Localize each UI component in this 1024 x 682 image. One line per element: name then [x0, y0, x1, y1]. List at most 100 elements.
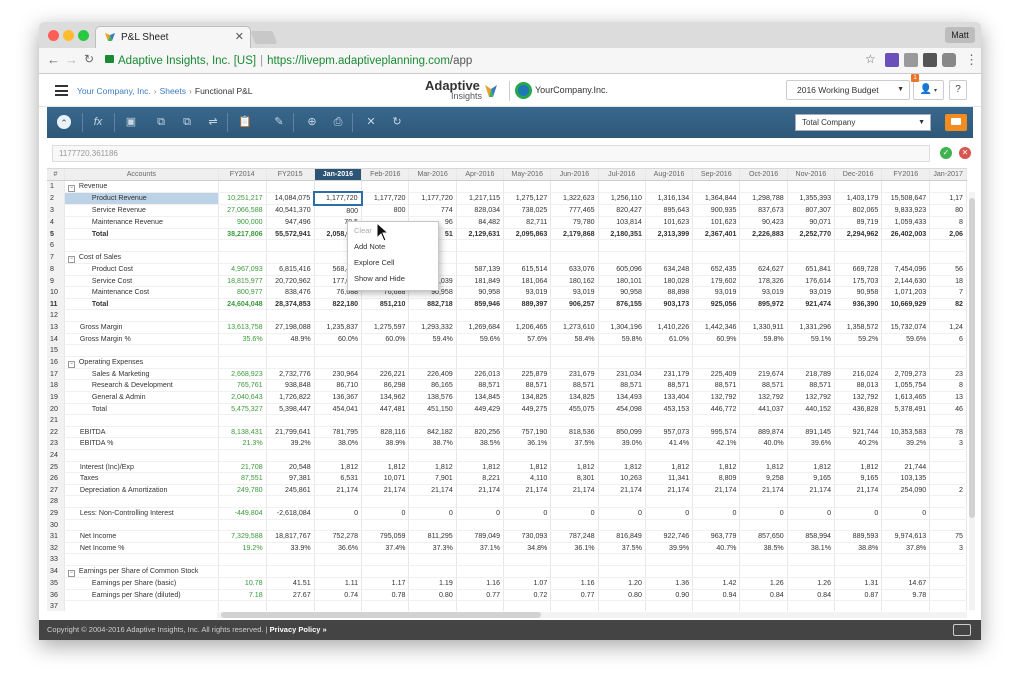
account-cell[interactable]: Gross Margin % [64, 333, 219, 346]
value-cell[interactable]: 1.07 [503, 577, 552, 590]
value-cell[interactable]: 39.2% [881, 437, 931, 450]
row-number[interactable]: 11 [47, 298, 65, 311]
value-cell[interactable]: 90,071 [787, 216, 836, 229]
value-cell[interactable] [408, 553, 457, 566]
value-cell[interactable] [314, 356, 363, 369]
row-number[interactable]: 17 [47, 368, 65, 381]
value-cell[interactable] [929, 344, 967, 357]
column-header[interactable]: Jul-2016 [598, 169, 646, 181]
value-cell[interactable] [266, 344, 315, 357]
value-cell[interactable]: 8 [929, 379, 967, 392]
account-cell[interactable]: Gross Margin [64, 321, 219, 334]
value-cell[interactable] [929, 309, 967, 323]
minimize-window-button[interactable] [63, 30, 74, 41]
value-cell[interactable]: 40.7% [692, 542, 741, 555]
value-cell[interactable] [503, 495, 552, 508]
value-cell[interactable] [314, 309, 363, 323]
column-header[interactable]: # [47, 169, 65, 181]
value-cell[interactable] [598, 414, 646, 427]
value-cell[interactable]: 39.0% [598, 437, 646, 450]
value-cell[interactable] [503, 309, 552, 323]
value-cell[interactable]: 1.16 [550, 577, 599, 590]
value-cell[interactable] [266, 239, 315, 253]
value-cell[interactable]: 88,898 [645, 286, 694, 299]
value-cell[interactable]: 8 [929, 216, 967, 229]
value-cell[interactable]: 60.0% [361, 333, 410, 346]
value-cell[interactable]: 1,316,134 [645, 192, 694, 206]
value-cell[interactable] [503, 239, 552, 253]
value-cell[interactable]: 441,037 [739, 403, 788, 416]
zoom-window-button[interactable] [78, 30, 89, 41]
value-cell[interactable] [456, 251, 505, 265]
value-cell[interactable]: 1,726,822 [266, 391, 315, 404]
value-cell[interactable]: 446,772 [692, 403, 741, 416]
value-cell[interactable] [834, 565, 883, 578]
column-header[interactable]: FY2015 [266, 169, 315, 181]
account-cell[interactable] [64, 600, 219, 611]
level-select[interactable]: Total Company ▼ [795, 114, 931, 131]
value-cell[interactable]: 132,792 [834, 391, 883, 404]
value-cell[interactable] [929, 239, 967, 253]
value-cell[interactable] [550, 495, 599, 508]
value-cell[interactable]: 1,275,597 [361, 321, 410, 334]
value-cell[interactable]: 0 [408, 507, 457, 520]
value-cell[interactable] [218, 344, 267, 357]
value-cell[interactable] [739, 449, 788, 462]
value-cell[interactable]: 37.8% [881, 542, 931, 555]
value-cell[interactable] [787, 356, 836, 369]
value-cell[interactable]: 0 [692, 507, 741, 520]
value-cell[interactable]: 0.72 [503, 589, 552, 602]
value-cell[interactable]: 0.84 [787, 589, 836, 602]
row-number[interactable]: 1 [47, 180, 65, 193]
value-cell[interactable]: 1,330,911 [739, 321, 788, 334]
value-cell[interactable] [598, 519, 646, 532]
value-cell[interactable] [550, 356, 599, 369]
value-cell[interactable]: 800,977 [218, 286, 267, 299]
value-cell[interactable]: 101,623 [692, 216, 741, 229]
value-cell[interactable]: 84,482 [456, 216, 505, 229]
column-header[interactable]: Jan-2016 [314, 169, 363, 181]
value-cell[interactable]: 1,24 [929, 321, 967, 334]
value-cell[interactable]: 7,329,588 [218, 530, 267, 543]
value-cell[interactable]: 936,390 [834, 298, 883, 311]
value-cell[interactable]: 605,096 [598, 263, 646, 276]
value-cell[interactable] [929, 180, 967, 193]
value-cell[interactable]: 0 [503, 507, 552, 520]
value-cell[interactable] [645, 553, 694, 566]
value-cell[interactable]: 765,761 [218, 379, 267, 392]
value-cell[interactable]: 28,374,853 [266, 298, 315, 311]
value-cell[interactable]: 41.4% [645, 437, 694, 450]
value-cell[interactable]: 652,435 [692, 263, 741, 276]
value-cell[interactable]: 40,541,370 [266, 204, 315, 218]
value-cell[interactable]: 21,744 [881, 461, 931, 474]
value-cell[interactable]: 925,056 [692, 298, 741, 311]
value-cell[interactable]: 1.16 [456, 577, 505, 590]
row-number[interactable]: 33 [47, 553, 65, 566]
value-cell[interactable] [739, 565, 788, 578]
value-cell[interactable]: 2,709,273 [881, 368, 931, 381]
value-cell[interactable]: 134,493 [598, 391, 646, 404]
value-cell[interactable]: 36.1% [503, 437, 552, 450]
value-cell[interactable] [645, 414, 694, 427]
value-cell[interactable]: 882,718 [408, 298, 457, 311]
value-cell[interactable]: 59.2% [834, 333, 883, 346]
value-cell[interactable]: 1,055,754 [881, 379, 931, 392]
row-number[interactable]: 34 [47, 565, 65, 578]
value-cell[interactable] [361, 449, 410, 462]
browser-user-button[interactable]: Matt [945, 27, 975, 43]
value-cell[interactable]: 1,812 [739, 461, 788, 474]
value-cell[interactable]: 58.4% [550, 333, 599, 346]
value-cell[interactable] [503, 414, 552, 427]
value-cell[interactable]: 180,162 [550, 275, 599, 288]
value-cell[interactable]: 822,180 [314, 298, 363, 311]
value-cell[interactable]: 1.26 [787, 577, 836, 590]
value-cell[interactable]: 2,313,399 [645, 228, 694, 241]
value-cell[interactable] [503, 180, 552, 193]
value-cell[interactable] [456, 565, 505, 578]
value-cell[interactable]: 752,278 [314, 530, 363, 543]
value-cell[interactable] [929, 495, 967, 508]
value-cell[interactable]: 18 [929, 275, 967, 288]
account-cell[interactable]: Product Revenue [64, 192, 219, 206]
value-cell[interactable] [266, 309, 315, 323]
value-cell[interactable]: 449,429 [456, 403, 505, 416]
